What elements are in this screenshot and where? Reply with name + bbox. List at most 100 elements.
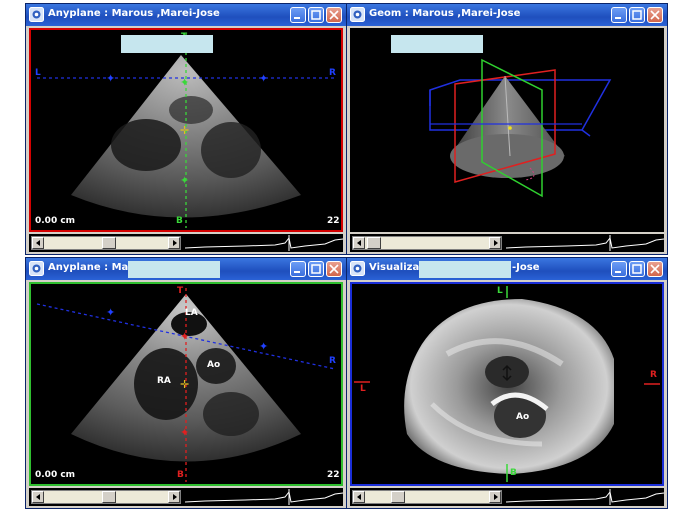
minimize-button[interactable] [290,7,306,23]
scroll-left-button[interactable] [32,237,44,249]
label-right: R [650,370,657,380]
scroll-right-button[interactable] [168,491,180,503]
frame-readout: 22 [327,216,340,226]
svg-text:✦: ✦ [180,174,189,187]
scroll-right-button[interactable] [489,491,501,503]
title-bar[interactable]: Anyplane : Marous ,Marei-Jose [26,4,346,26]
minimize-button[interactable] [611,261,627,277]
scroll-right-button[interactable] [489,237,501,249]
scroll-left-button[interactable] [353,491,365,503]
maximize-icon [632,264,642,274]
window-title-end: -Jose [512,262,540,273]
redacted-area [128,261,220,278]
title-bar[interactable]: Anyplane : Maro [26,258,346,280]
svg-text:✦: ✦ [180,76,189,89]
horizontal-scrollbar[interactable] [352,236,502,250]
label-ao: Ao [207,360,221,370]
svg-text:✦: ✦ [180,330,189,343]
redacted-area [419,261,511,278]
scroll-left-button[interactable] [353,237,365,249]
maximize-icon [311,264,321,274]
scroll-thumb[interactable] [102,491,116,503]
minimize-icon [294,17,300,19]
scroll-thumb[interactable] [367,237,381,249]
scroll-left-arrow-icon [357,494,361,500]
svg-text:✛: ✛ [180,124,189,137]
volume-render-viewport[interactable]: L B L R Ao [350,282,664,486]
volume-render-image [354,286,660,482]
scroll-right-arrow-icon [494,494,498,500]
minimize-icon [615,17,621,19]
redacted-area [121,35,213,53]
scroll-right-arrow-icon [494,240,498,246]
close-icon [329,264,339,274]
svg-text:✦: ✦ [259,340,268,353]
window-anyplane-bottom[interactable]: Anyplane : Maro ✦ ✦ ✦ ✦ ✛ T B R LA RA Ao… [25,257,347,509]
label-ao: Ao [516,412,530,422]
ultrasound-viewport[interactable]: ✦ ✦ ✦ ✦ ✛ L R T B 0.00 cm 22 [29,28,343,232]
close-icon [650,264,660,274]
horizontal-scrollbar[interactable] [352,490,502,504]
scroll-left-arrow-icon [36,240,40,246]
minimize-button[interactable] [611,7,627,23]
svg-text:✦: ✦ [180,426,189,439]
close-button[interactable] [326,261,342,277]
ecg-waveform [506,489,664,505]
label-right: R [329,356,336,366]
geometry-3d-viewport[interactable] [350,28,664,232]
close-icon [329,10,339,20]
title-bar[interactable]: Visualizati -Jose [347,258,667,280]
scroll-left-arrow-icon [357,240,361,246]
depth-readout: 0.00 cm [35,216,76,226]
window-title: Anyplane : Maro [48,262,141,273]
label-bottom: B [177,470,184,480]
close-button[interactable] [647,7,663,23]
label-bottom: B [510,468,517,478]
timeline-bar [29,234,343,252]
timeline-bar [350,234,664,252]
horizontal-scrollbar[interactable] [31,236,181,250]
scroll-thumb[interactable] [102,237,116,249]
maximize-icon [311,10,321,20]
close-button[interactable] [326,7,342,23]
horizontal-scrollbar[interactable] [31,490,181,504]
svg-text:✦: ✦ [106,72,115,85]
maximize-button[interactable] [629,261,645,277]
label-la: LA [185,308,198,318]
svg-text:✦: ✦ [106,306,115,319]
maximize-button[interactable] [308,7,324,23]
window-geom[interactable]: Geom : Marous ,Marei-Jose [346,3,668,255]
maximize-button[interactable] [308,261,324,277]
label-ra: RA [157,376,171,386]
minimize-icon [294,271,300,273]
scroll-thumb[interactable] [391,491,405,503]
maximize-icon [632,10,642,20]
scroll-right-button[interactable] [168,237,180,249]
redacted-area [391,35,483,53]
app-icon [350,7,365,22]
ultrasound-image: ✦ ✦ ✦ ✦ ✛ [37,34,335,228]
timeline-bar [350,488,664,506]
scroll-left-button[interactable] [32,491,44,503]
window-visualization[interactable]: Visualizati -Jose L B L R Ao [346,257,668,509]
frame-readout: 22 [327,470,340,480]
title-bar[interactable]: Geom : Marous ,Marei-Jose [347,4,667,26]
minimize-button[interactable] [290,261,306,277]
minimize-icon [615,271,621,273]
close-button[interactable] [647,261,663,277]
label-right: R [329,68,336,78]
window-title: Geom : Marous ,Marei-Jose [369,8,521,19]
depth-readout: 0.00 cm [35,470,76,480]
scroll-right-arrow-icon [173,240,177,246]
close-icon [650,10,660,20]
maximize-button[interactable] [629,7,645,23]
window-anyplane-top[interactable]: Anyplane : Marous ,Marei-Jose ✦ ✦ ✦ ✦ ✛ … [25,3,347,255]
ecg-waveform [506,235,664,251]
app-icon [29,261,44,276]
ecg-waveform [185,489,343,505]
ultrasound-viewport[interactable]: ✦ ✦ ✦ ✦ ✛ T B R LA RA Ao 0.00 cm 22 [29,282,343,486]
label-left: L [360,384,366,394]
label-top: T [177,286,184,296]
label-top: L [497,286,503,296]
label-bottom: B [176,216,183,226]
